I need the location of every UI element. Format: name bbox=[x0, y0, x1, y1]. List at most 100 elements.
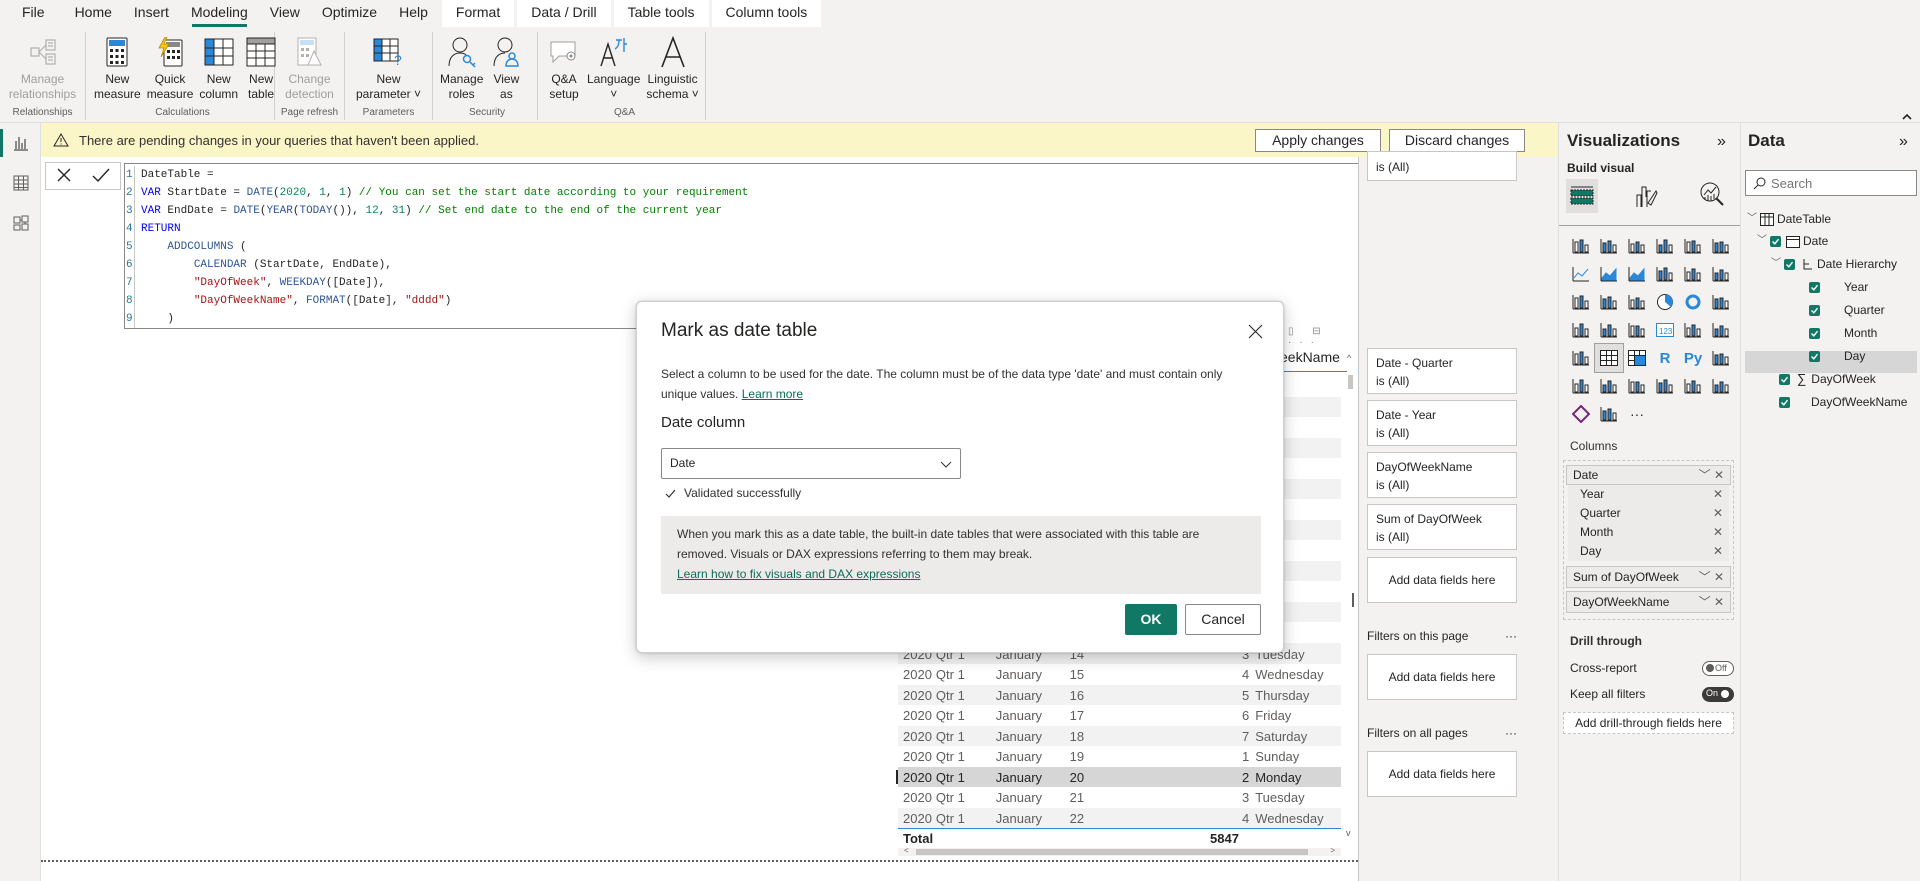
menu-help[interactable]: Help bbox=[388, 0, 439, 27]
column-header-dayofweekname[interactable]: eekName bbox=[1280, 349, 1340, 365]
qa-setup-button[interactable]: Q&A setup bbox=[544, 32, 584, 106]
report-view-icon[interactable] bbox=[0, 123, 41, 163]
remove-month-icon[interactable]: ✕ bbox=[1713, 523, 1729, 542]
ribbon-icon[interactable] bbox=[1707, 260, 1735, 288]
remove-year-icon[interactable]: ✕ bbox=[1713, 485, 1729, 504]
tab-table-tools[interactable]: Table tools bbox=[613, 0, 709, 27]
python-visual-icon[interactable]: Py bbox=[1679, 344, 1707, 372]
table-row[interactable]: 2020 Qtr 1 January 22 4 Wednesday bbox=[898, 808, 1341, 828]
table-row[interactable]: 2020 Qtr 1 January 18 7 Saturday bbox=[898, 726, 1341, 746]
data-search-input[interactable] bbox=[1771, 175, 1911, 191]
tab-data-drill[interactable]: Data / Drill bbox=[517, 0, 611, 27]
menu-insert[interactable]: Insert bbox=[123, 0, 180, 27]
well-sum-dayofweek[interactable]: Sum of DayOfWeek ﹀ ✕ bbox=[1566, 566, 1731, 588]
r-visual-icon[interactable]: R bbox=[1651, 344, 1679, 372]
line-icon[interactable] bbox=[1567, 260, 1595, 288]
menu-view[interactable]: View bbox=[259, 0, 311, 27]
data-tree-date-hierarchy[interactable]: ﹀ Date Hierarchy bbox=[1771, 253, 1897, 275]
paginated-report-icon[interactable] bbox=[1679, 372, 1707, 400]
remove-day-icon[interactable]: ✕ bbox=[1713, 542, 1729, 561]
visual-vertical-scrollbar[interactable] bbox=[1348, 375, 1353, 389]
linguistic-schema-button[interactable]: Linguistic schema ˅ bbox=[643, 32, 701, 106]
dialog-close-icon[interactable] bbox=[1248, 324, 1264, 340]
new-column-button[interactable]: New column bbox=[196, 32, 241, 106]
change-detection-button[interactable]: Change detection bbox=[282, 32, 337, 106]
code-line[interactable]: 2 VAR StartDate = DATE(2020, 1, 1) // You… bbox=[125, 184, 1551, 202]
collapse-data-icon[interactable]: » bbox=[1899, 133, 1908, 151]
manage-relationships-button[interactable]: Manage relationships bbox=[6, 32, 79, 106]
line-stacked-column-icon[interactable] bbox=[1679, 260, 1707, 288]
matrix-icon[interactable] bbox=[1623, 344, 1651, 372]
code-line[interactable]: 4 RETURN bbox=[125, 220, 1551, 238]
card-icon[interactable]: 123 bbox=[1651, 316, 1679, 344]
well-date-expand-icon[interactable]: ﹀ bbox=[1699, 468, 1711, 482]
table-row[interactable]: 2020 Qtr 1 January 20 2 Monday bbox=[896, 767, 1341, 787]
field-checkbox[interactable] bbox=[1784, 258, 1795, 270]
100-stacked-bar-icon[interactable] bbox=[1679, 232, 1707, 260]
well-sum-expand-icon[interactable]: ﹀ bbox=[1699, 570, 1711, 584]
well-dayofweekname[interactable]: DayOfWeekName ﹀ ✕ bbox=[1566, 591, 1731, 613]
table-view-icon[interactable] bbox=[0, 163, 41, 203]
horizontal-scroll-thumb[interactable] bbox=[916, 849, 1308, 855]
add-page-filter-field[interactable]: Add data fields here bbox=[1367, 654, 1517, 700]
language-button[interactable]: Language ˅ bbox=[584, 32, 643, 106]
apply-changes-button[interactable]: Apply changes bbox=[1255, 129, 1381, 152]
100-stacked-column-icon[interactable] bbox=[1707, 232, 1735, 260]
remove-quarter-icon[interactable]: ✕ bbox=[1713, 504, 1729, 523]
kpi-icon[interactable] bbox=[1707, 316, 1735, 344]
field-checkbox[interactable] bbox=[1809, 327, 1820, 339]
commit-formula-icon[interactable] bbox=[92, 167, 110, 186]
add-all-pages-filter-field[interactable]: Add data fields here bbox=[1367, 751, 1517, 797]
scatter-icon[interactable] bbox=[1623, 288, 1651, 316]
code-line[interactable]: 5 ADDCOLUMNS ( bbox=[125, 238, 1551, 256]
model-view-icon[interactable] bbox=[0, 203, 41, 243]
manage-roles-button[interactable]: Manage roles bbox=[437, 32, 486, 106]
field-checkbox[interactable] bbox=[1809, 304, 1820, 316]
gauge-icon[interactable] bbox=[1623, 316, 1651, 344]
table-row[interactable]: 2020 Qtr 1 January 17 6 Friday bbox=[898, 706, 1341, 726]
decomposition-tree-icon[interactable] bbox=[1567, 372, 1595, 400]
scroll-down-icon[interactable]: v bbox=[1346, 828, 1351, 838]
data-tree-datetable[interactable]: ﹀ DateTable bbox=[1747, 208, 1831, 230]
menu-optimize[interactable]: Optimize bbox=[311, 0, 388, 27]
data-search-box[interactable] bbox=[1745, 170, 1917, 196]
collapse-visualizations-icon[interactable]: » bbox=[1717, 133, 1726, 151]
add-visual-filter-field[interactable]: Add data fields here bbox=[1367, 557, 1517, 603]
data-tree-dayofweek[interactable]: ∑ DayOfWeek bbox=[1779, 368, 1876, 390]
table-row[interactable]: 2020 Qtr 1 January 19 1 Sunday bbox=[898, 747, 1341, 767]
azure-map-icon[interactable] bbox=[1707, 372, 1735, 400]
page-filters-more-icon[interactable]: ··· bbox=[1505, 629, 1517, 643]
code-line[interactable]: 7 "DayOfWeek", WEEKDAY([Date]), bbox=[125, 274, 1551, 292]
horizontal-scrollbar[interactable]: < > bbox=[898, 846, 1341, 856]
funnel-icon[interactable] bbox=[1595, 288, 1623, 316]
menu-modeling[interactable]: Modeling bbox=[180, 0, 259, 27]
filter-card-partial[interactable]: is (All) bbox=[1367, 151, 1517, 181]
cancel-button[interactable]: Cancel bbox=[1185, 604, 1261, 635]
well-date-remove-icon[interactable]: ✕ bbox=[1714, 468, 1724, 482]
collapse-ribbon-icon[interactable] bbox=[1902, 109, 1912, 123]
visual-scroll-handle[interactable] bbox=[1352, 593, 1354, 607]
keep-filters-toggle[interactable]: On bbox=[1702, 687, 1734, 702]
expand-icon[interactable]: ﹀ bbox=[1747, 208, 1757, 230]
table-row[interactable]: 2020 Qtr 1 January 15 4 Wednesday bbox=[898, 665, 1341, 685]
field-checkbox[interactable] bbox=[1809, 281, 1820, 293]
data-tree-day[interactable]: Day bbox=[1809, 345, 1865, 367]
well-name-expand-icon[interactable]: ﹀ bbox=[1699, 595, 1711, 609]
menu-home[interactable]: Home bbox=[64, 0, 123, 27]
date-column-dropdown[interactable]: Date bbox=[661, 448, 961, 479]
field-checkbox[interactable] bbox=[1770, 235, 1781, 247]
well-sum-remove-icon[interactable]: ✕ bbox=[1714, 570, 1724, 584]
table-icon[interactable] bbox=[1594, 343, 1624, 373]
learn-more-link[interactable]: Learn more bbox=[742, 387, 803, 401]
expand-icon[interactable]: ﹀ bbox=[1771, 253, 1781, 275]
clustered-column-icon[interactable] bbox=[1651, 232, 1679, 260]
qa-icon[interactable] bbox=[1595, 372, 1623, 400]
pie-icon[interactable] bbox=[1651, 288, 1679, 316]
filter-card-date-quarter[interactable]: Date - Quarter is (All) bbox=[1367, 348, 1517, 394]
waterfall-icon[interactable] bbox=[1567, 288, 1595, 316]
all-pages-filters-more-icon[interactable]: ··· bbox=[1505, 726, 1517, 740]
sort-ascending-icon[interactable]: ^ bbox=[1347, 353, 1351, 363]
table-row[interactable]: 2020 Qtr 1 January 16 5 Thursday bbox=[898, 685, 1341, 705]
donut-icon[interactable] bbox=[1679, 288, 1707, 316]
stacked-area-icon[interactable] bbox=[1623, 260, 1651, 288]
